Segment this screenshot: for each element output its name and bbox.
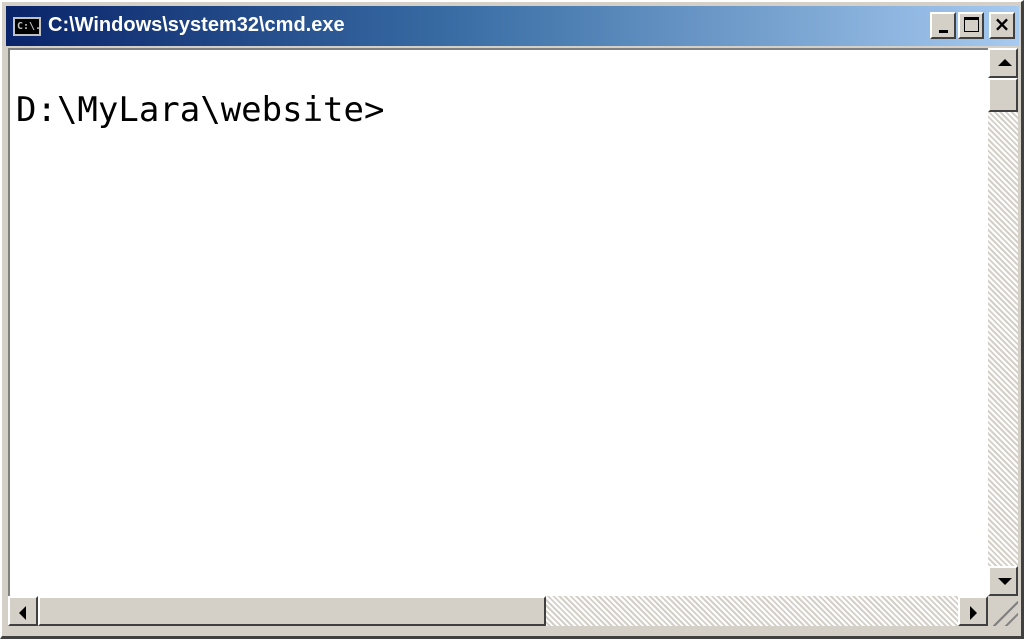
arrow-up-icon [998, 59, 1012, 66]
console-prompt: D:\MyLara\website> [16, 90, 385, 130]
title-bar[interactable]: C:\. C:\Windows\system32\cmd.exe × [6, 6, 1019, 46]
arrow-down-icon [998, 578, 1012, 585]
close-icon: × [993, 12, 1011, 36]
scroll-left-button[interactable] [8, 596, 38, 626]
minimize-icon [939, 30, 948, 33]
maximize-icon [964, 17, 979, 32]
vertical-scrollbar[interactable] [988, 48, 1018, 596]
vertical-scroll-thumb[interactable] [988, 78, 1018, 112]
horizontal-scrollbar[interactable] [8, 596, 988, 626]
console-area[interactable]: D:\MyLara\website> [8, 48, 988, 596]
horizontal-scroll-thumb[interactable] [38, 596, 546, 626]
scroll-up-button[interactable] [988, 48, 1018, 78]
minimize-button[interactable] [930, 12, 956, 39]
resize-grip-icon[interactable] [988, 596, 1018, 626]
arrow-left-icon [19, 606, 26, 620]
close-button[interactable]: × [989, 12, 1015, 39]
scroll-down-button[interactable] [988, 566, 1018, 596]
cmd-icon[interactable]: C:\. [13, 17, 41, 36]
scroll-right-button[interactable] [958, 596, 988, 626]
arrow-right-icon [970, 606, 977, 620]
window-title: C:\Windows\system32\cmd.exe [48, 14, 345, 36]
maximize-button[interactable] [958, 12, 984, 39]
